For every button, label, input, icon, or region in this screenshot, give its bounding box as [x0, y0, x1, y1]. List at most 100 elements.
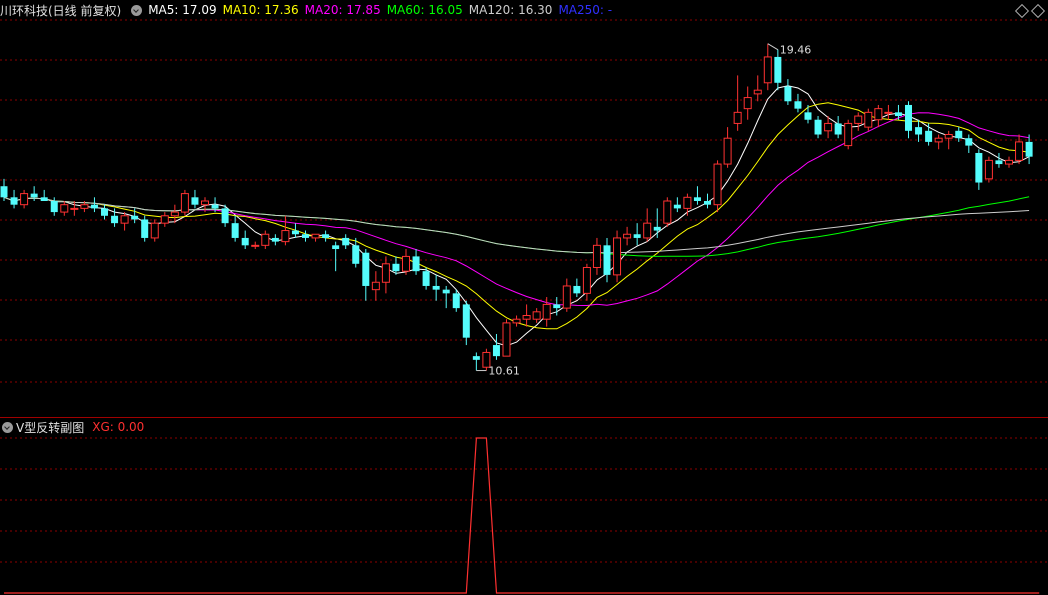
- candle-body: [201, 200, 209, 206]
- candle-body: [472, 356, 480, 360]
- candle-body: [191, 197, 199, 205]
- candle-body: [302, 234, 309, 238]
- candle-body: [683, 196, 692, 209]
- high-pointer: [767, 43, 779, 51]
- candle-body: [352, 245, 360, 264]
- candle-body: [965, 138, 973, 146]
- candle-body: [774, 56, 782, 83]
- candle-body: [60, 204, 69, 213]
- candle-body: [834, 123, 842, 135]
- candle-body: [975, 152, 983, 183]
- candle-body: [824, 122, 833, 132]
- candle-body: [40, 197, 48, 201]
- candle-body: [10, 197, 18, 205]
- candle-body: [995, 160, 1003, 165]
- candle-body: [422, 271, 430, 286]
- candle-body: [713, 163, 722, 206]
- candle-body: [311, 233, 320, 239]
- candle-body: [794, 101, 802, 109]
- candle-body: [512, 318, 521, 324]
- candle-body: [592, 244, 601, 268]
- candle-body: [342, 237, 350, 246]
- candle-body: [251, 244, 260, 247]
- ma10-line: [3, 102, 1030, 330]
- candle-body: [80, 204, 89, 209]
- candle-body: [1015, 141, 1024, 161]
- candle-body: [633, 234, 641, 238]
- candle-body: [884, 111, 893, 114]
- candle-body: [905, 104, 912, 131]
- candle-body: [925, 130, 933, 142]
- candle-body: [120, 215, 129, 224]
- candle-body: [20, 193, 29, 206]
- candle-body: [402, 255, 410, 272]
- candle-body: [180, 193, 189, 213]
- candle-body: [844, 122, 853, 147]
- candle-body: [804, 112, 812, 120]
- candle-body: [492, 345, 500, 357]
- candle-body: [582, 266, 591, 294]
- candle-body: [211, 204, 219, 209]
- candle-body: [291, 230, 299, 235]
- candle-body: [462, 304, 470, 338]
- kline-chart[interactable]: 19.46 10.61: [0, 0, 1048, 595]
- candle-body: [1005, 159, 1013, 165]
- candle-body: [704, 201, 711, 205]
- candle-body: [763, 56, 772, 84]
- candle-body: [392, 263, 400, 272]
- candle-body: [542, 303, 551, 320]
- candle-body: [101, 208, 108, 216]
- candle-body: [743, 97, 752, 110]
- candle-body: [915, 127, 923, 135]
- candle-body: [854, 115, 863, 124]
- candle-body: [381, 263, 390, 283]
- candle-body: [753, 89, 762, 95]
- candle-body: [221, 208, 229, 224]
- candle-body: [502, 322, 511, 357]
- candle-body: [412, 256, 420, 272]
- candle-body: [131, 215, 139, 220]
- xg-value: XG: 0.00: [92, 420, 145, 434]
- candle-body: [643, 222, 652, 239]
- candle-body: [362, 252, 370, 286]
- sub-title[interactable]: V型反转副图: [16, 419, 84, 436]
- high-label: 19.46: [780, 44, 812, 57]
- candle-body: [623, 233, 632, 239]
- candle-body: [733, 111, 742, 124]
- candle-body: [874, 108, 883, 121]
- candle-body: [0, 186, 8, 198]
- candle-body: [984, 159, 993, 180]
- candle-body: [452, 293, 460, 309]
- sub-settings-icon[interactable]: [2, 421, 13, 433]
- candle-body: [864, 111, 873, 128]
- candle-body: [30, 193, 38, 198]
- candle-body: [150, 222, 159, 239]
- candle-body: [894, 112, 902, 117]
- candle-body: [693, 197, 701, 201]
- ma20-line: [3, 112, 1030, 307]
- candle-body: [241, 237, 249, 246]
- candle-body: [322, 234, 330, 238]
- candle-body: [573, 285, 581, 294]
- candle-body: [613, 237, 622, 276]
- candle-body: [532, 311, 541, 320]
- candle-body: [281, 230, 290, 243]
- candle-body: [814, 119, 822, 135]
- candle-body: [663, 200, 672, 224]
- candle-body: [271, 237, 279, 242]
- candle-body: [141, 219, 149, 238]
- low-label: 10.61: [488, 365, 519, 378]
- candle-body: [723, 137, 732, 165]
- candle-body: [522, 315, 531, 320]
- candle-body: [955, 130, 963, 139]
- candle-body: [231, 223, 239, 238]
- candle-body: [70, 207, 79, 210]
- candle-body: [90, 204, 98, 209]
- candle-body: [944, 134, 953, 139]
- candle-body: [1025, 141, 1033, 157]
- candle-body: [50, 201, 58, 213]
- candle-body: [160, 215, 169, 224]
- candle-body: [432, 285, 440, 290]
- candle-body: [111, 215, 119, 224]
- candle-body: [653, 226, 661, 231]
